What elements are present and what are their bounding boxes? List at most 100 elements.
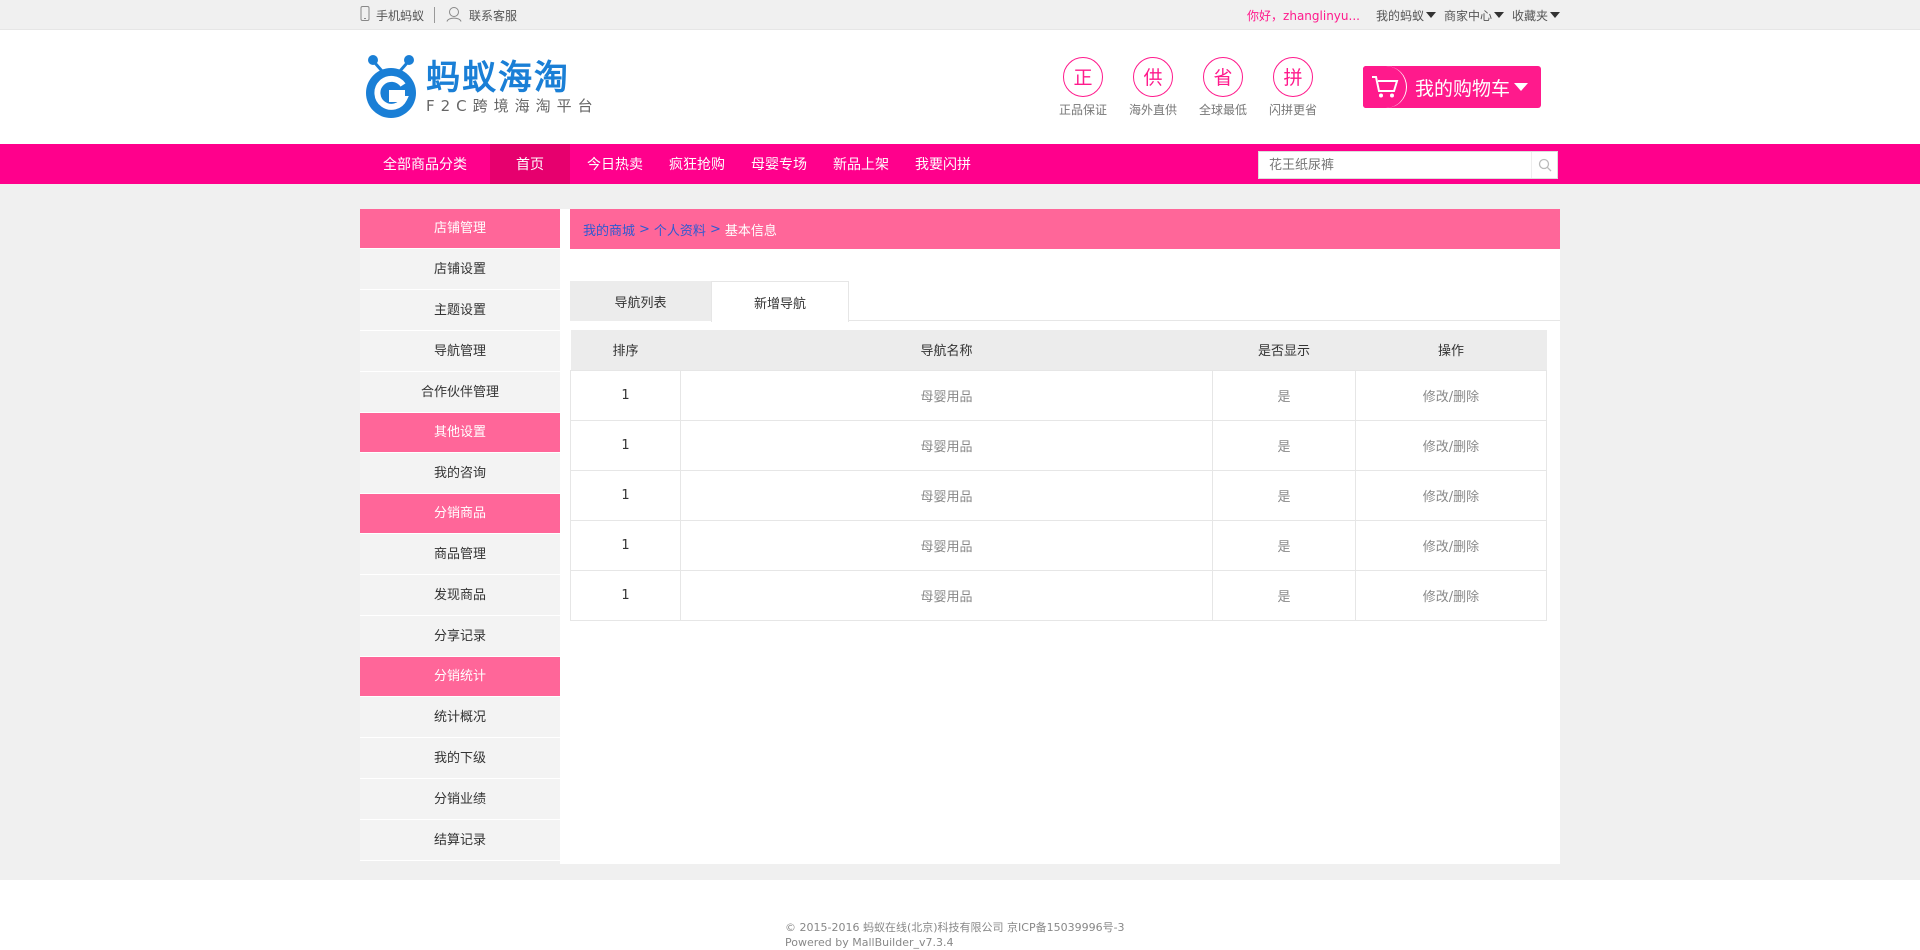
cell-order: 1	[570, 569, 681, 621]
cell-visible: 是	[1212, 369, 1356, 421]
cell-order: 1	[570, 419, 681, 471]
badge-label: 正品保证	[1058, 102, 1107, 117]
nav-item-flash-sale[interactable]: 疯狂抢购	[656, 144, 738, 184]
sidebar-item-stats-overview[interactable]: 统计概况	[360, 697, 560, 738]
group-buy-icon: 拼	[1273, 56, 1313, 97]
breadcrumb-my-mall[interactable]: 我的商城	[583, 220, 635, 239]
nav-item-home[interactable]: 首页	[490, 144, 570, 184]
copyright-text: © 2015-2016 蚂蚁在线(北京)科技有限公司 京ICP备15039996…	[785, 921, 1125, 934]
badge-authentic: 正 正品保证	[1058, 56, 1108, 118]
main-area: 店铺管理 店铺设置 主题设置 导航管理 合作伙伴管理 其他设置 我的咨询 分销商…	[0, 184, 1920, 880]
favorites-label: 收藏夹	[1511, 8, 1548, 23]
cell-visible: 是	[1212, 469, 1356, 521]
table-row: 1 母婴用品 是 修改/删除	[570, 419, 1547, 471]
cell-nav-name: 母婴用品	[680, 569, 1213, 621]
phone-icon	[360, 6, 370, 24]
badge-group-buy: 拼 闪拼更省	[1268, 56, 1318, 118]
logo-subtitle: F2C跨境海淘平台	[426, 97, 599, 115]
breadcrumb-separator: >	[709, 221, 721, 237]
breadcrumb-separator: >	[639, 221, 650, 237]
search-icon[interactable]	[1531, 152, 1557, 178]
favorites-menu[interactable]: 收藏夹	[1512, 7, 1560, 24]
mobile-app-link[interactable]: 手机蚂蚁	[360, 6, 424, 24]
sidebar-group-distribution-goods: 分销商品	[360, 494, 560, 534]
search-box	[1258, 151, 1558, 179]
edit-delete-link[interactable]: 修改/删除	[1355, 469, 1547, 521]
top-bar: 手机蚂蚁 联系客服 你好，zhanglinyu... 我的蚂蚁 商家中心 收藏夹	[0, 0, 1920, 30]
authentic-icon: 正	[1063, 56, 1103, 97]
search-input[interactable]	[1259, 152, 1531, 178]
my-ant-menu[interactable]: 我的蚂蚁	[1376, 7, 1436, 24]
content-panel: 我的商城 > 个人资料 > 基本信息 导航列表 新增导航 排序 导航名称 是否显…	[560, 209, 1560, 864]
cell-visible: 是	[1212, 569, 1356, 621]
breadcrumb: 我的商城 > 个人资料 > 基本信息	[570, 209, 1560, 249]
sidebar-item-nav-management[interactable]: 导航管理	[360, 331, 560, 372]
badge-lowest-price: 省 全球最低	[1198, 56, 1248, 118]
breadcrumb-profile[interactable]: 个人资料	[654, 220, 706, 239]
badge-direct-supply: 供 海外直供	[1128, 56, 1178, 118]
cell-visible: 是	[1212, 519, 1356, 571]
tab-nav-list[interactable]: 导航列表	[570, 281, 711, 321]
sidebar-item-share-records[interactable]: 分享记录	[360, 616, 560, 657]
cell-nav-name: 母婴用品	[680, 419, 1213, 471]
cell-nav-name: 母婴用品	[680, 369, 1213, 421]
site-footer: © 2015-2016 蚂蚁在线(北京)科技有限公司 京ICP备15039996…	[0, 880, 1920, 950]
cell-nav-name: 母婴用品	[680, 519, 1213, 571]
table-row: 1 母婴用品 是 修改/删除	[570, 369, 1547, 421]
tab-bar: 导航列表 新增导航	[570, 281, 1560, 322]
mobile-app-label: 手机蚂蚁	[376, 8, 425, 23]
sidebar-item-distribution-performance[interactable]: 分销业绩	[360, 779, 560, 820]
shopping-cart-button[interactable]: 我的购物车	[1363, 66, 1541, 108]
sidebar-item-settlement-records[interactable]: 结算记录	[360, 820, 560, 861]
cell-nav-name: 母婴用品	[680, 469, 1213, 521]
contact-service-link[interactable]: 联系客服	[445, 6, 517, 25]
table-header-row: 排序 导航名称 是否显示 操作	[570, 330, 1547, 370]
sidebar: 店铺管理 店铺设置 主题设置 导航管理 合作伙伴管理 其他设置 我的咨询 分销商…	[360, 209, 560, 861]
nav-item-new-arrivals[interactable]: 新品上架	[820, 144, 902, 184]
sidebar-item-store-settings[interactable]: 店铺设置	[360, 249, 560, 290]
nav-item-group-buy[interactable]: 我要闪拼	[902, 144, 984, 184]
chevron-down-icon	[1514, 83, 1529, 91]
nav-table: 排序 导航名称 是否显示 操作 1 母婴用品 是 修改/删除 1 母婴用品 是 …	[570, 330, 1547, 621]
edit-delete-link[interactable]: 修改/删除	[1355, 369, 1547, 421]
supply-icon: 供	[1133, 56, 1173, 97]
sidebar-item-discover-goods[interactable]: 发现商品	[360, 575, 560, 616]
column-header-actions: 操作	[1355, 330, 1547, 370]
cart-label: 我的购物车	[1415, 77, 1511, 100]
powered-by-text: Powered by MallBuilder_v7.3.4	[785, 936, 954, 949]
nav-item-hot-today[interactable]: 今日热卖	[574, 144, 656, 184]
column-header-nav-name: 导航名称	[680, 330, 1213, 370]
column-header-order: 排序	[570, 330, 681, 370]
badge-label: 全球最低	[1198, 102, 1247, 117]
user-service-icon	[445, 6, 463, 25]
edit-delete-link[interactable]: 修改/删除	[1355, 569, 1547, 621]
sidebar-item-partner-management[interactable]: 合作伙伴管理	[360, 372, 560, 413]
edit-delete-link[interactable]: 修改/删除	[1355, 519, 1547, 571]
cell-order: 1	[570, 519, 681, 571]
table-row: 1 母婴用品 是 修改/删除	[570, 569, 1547, 621]
cell-order: 1	[570, 469, 681, 521]
site-logo[interactable]: 蚂蚁海淘 F2C跨境海淘平台	[362, 49, 599, 125]
edit-delete-link[interactable]: 修改/删除	[1355, 419, 1547, 471]
nav-item-mother-baby[interactable]: 母婴专场	[738, 144, 820, 184]
sidebar-item-theme-settings[interactable]: 主题设置	[360, 290, 560, 331]
tab-add-nav[interactable]: 新增导航	[711, 281, 849, 322]
cell-order: 1	[570, 369, 681, 421]
main-nav: 全部商品分类 首页 今日热卖 疯狂抢购 母婴专场 新品上架 我要闪拼	[0, 144, 1920, 184]
sidebar-item-my-subordinates[interactable]: 我的下级	[360, 738, 560, 779]
sidebar-item-my-inquiries[interactable]: 我的咨询	[360, 453, 560, 494]
all-categories-menu[interactable]: 全部商品分类	[360, 144, 490, 184]
user-greeting[interactable]: 你好，zhanglinyu...	[1247, 7, 1360, 24]
divider	[434, 7, 436, 23]
merchant-center-menu[interactable]: 商家中心	[1444, 7, 1504, 24]
badge-label: 海外直供	[1128, 102, 1177, 117]
sidebar-item-goods-management[interactable]: 商品管理	[360, 534, 560, 575]
merchant-center-label: 商家中心	[1443, 8, 1492, 23]
save-icon: 省	[1203, 56, 1243, 97]
column-header-visible: 是否显示	[1212, 330, 1356, 370]
sidebar-group-distribution-stats: 分销统计	[360, 657, 560, 697]
cell-visible: 是	[1212, 419, 1356, 471]
ant-logo-icon	[362, 49, 420, 125]
cart-icon	[1363, 66, 1407, 108]
table-row: 1 母婴用品 是 修改/删除	[570, 519, 1547, 571]
